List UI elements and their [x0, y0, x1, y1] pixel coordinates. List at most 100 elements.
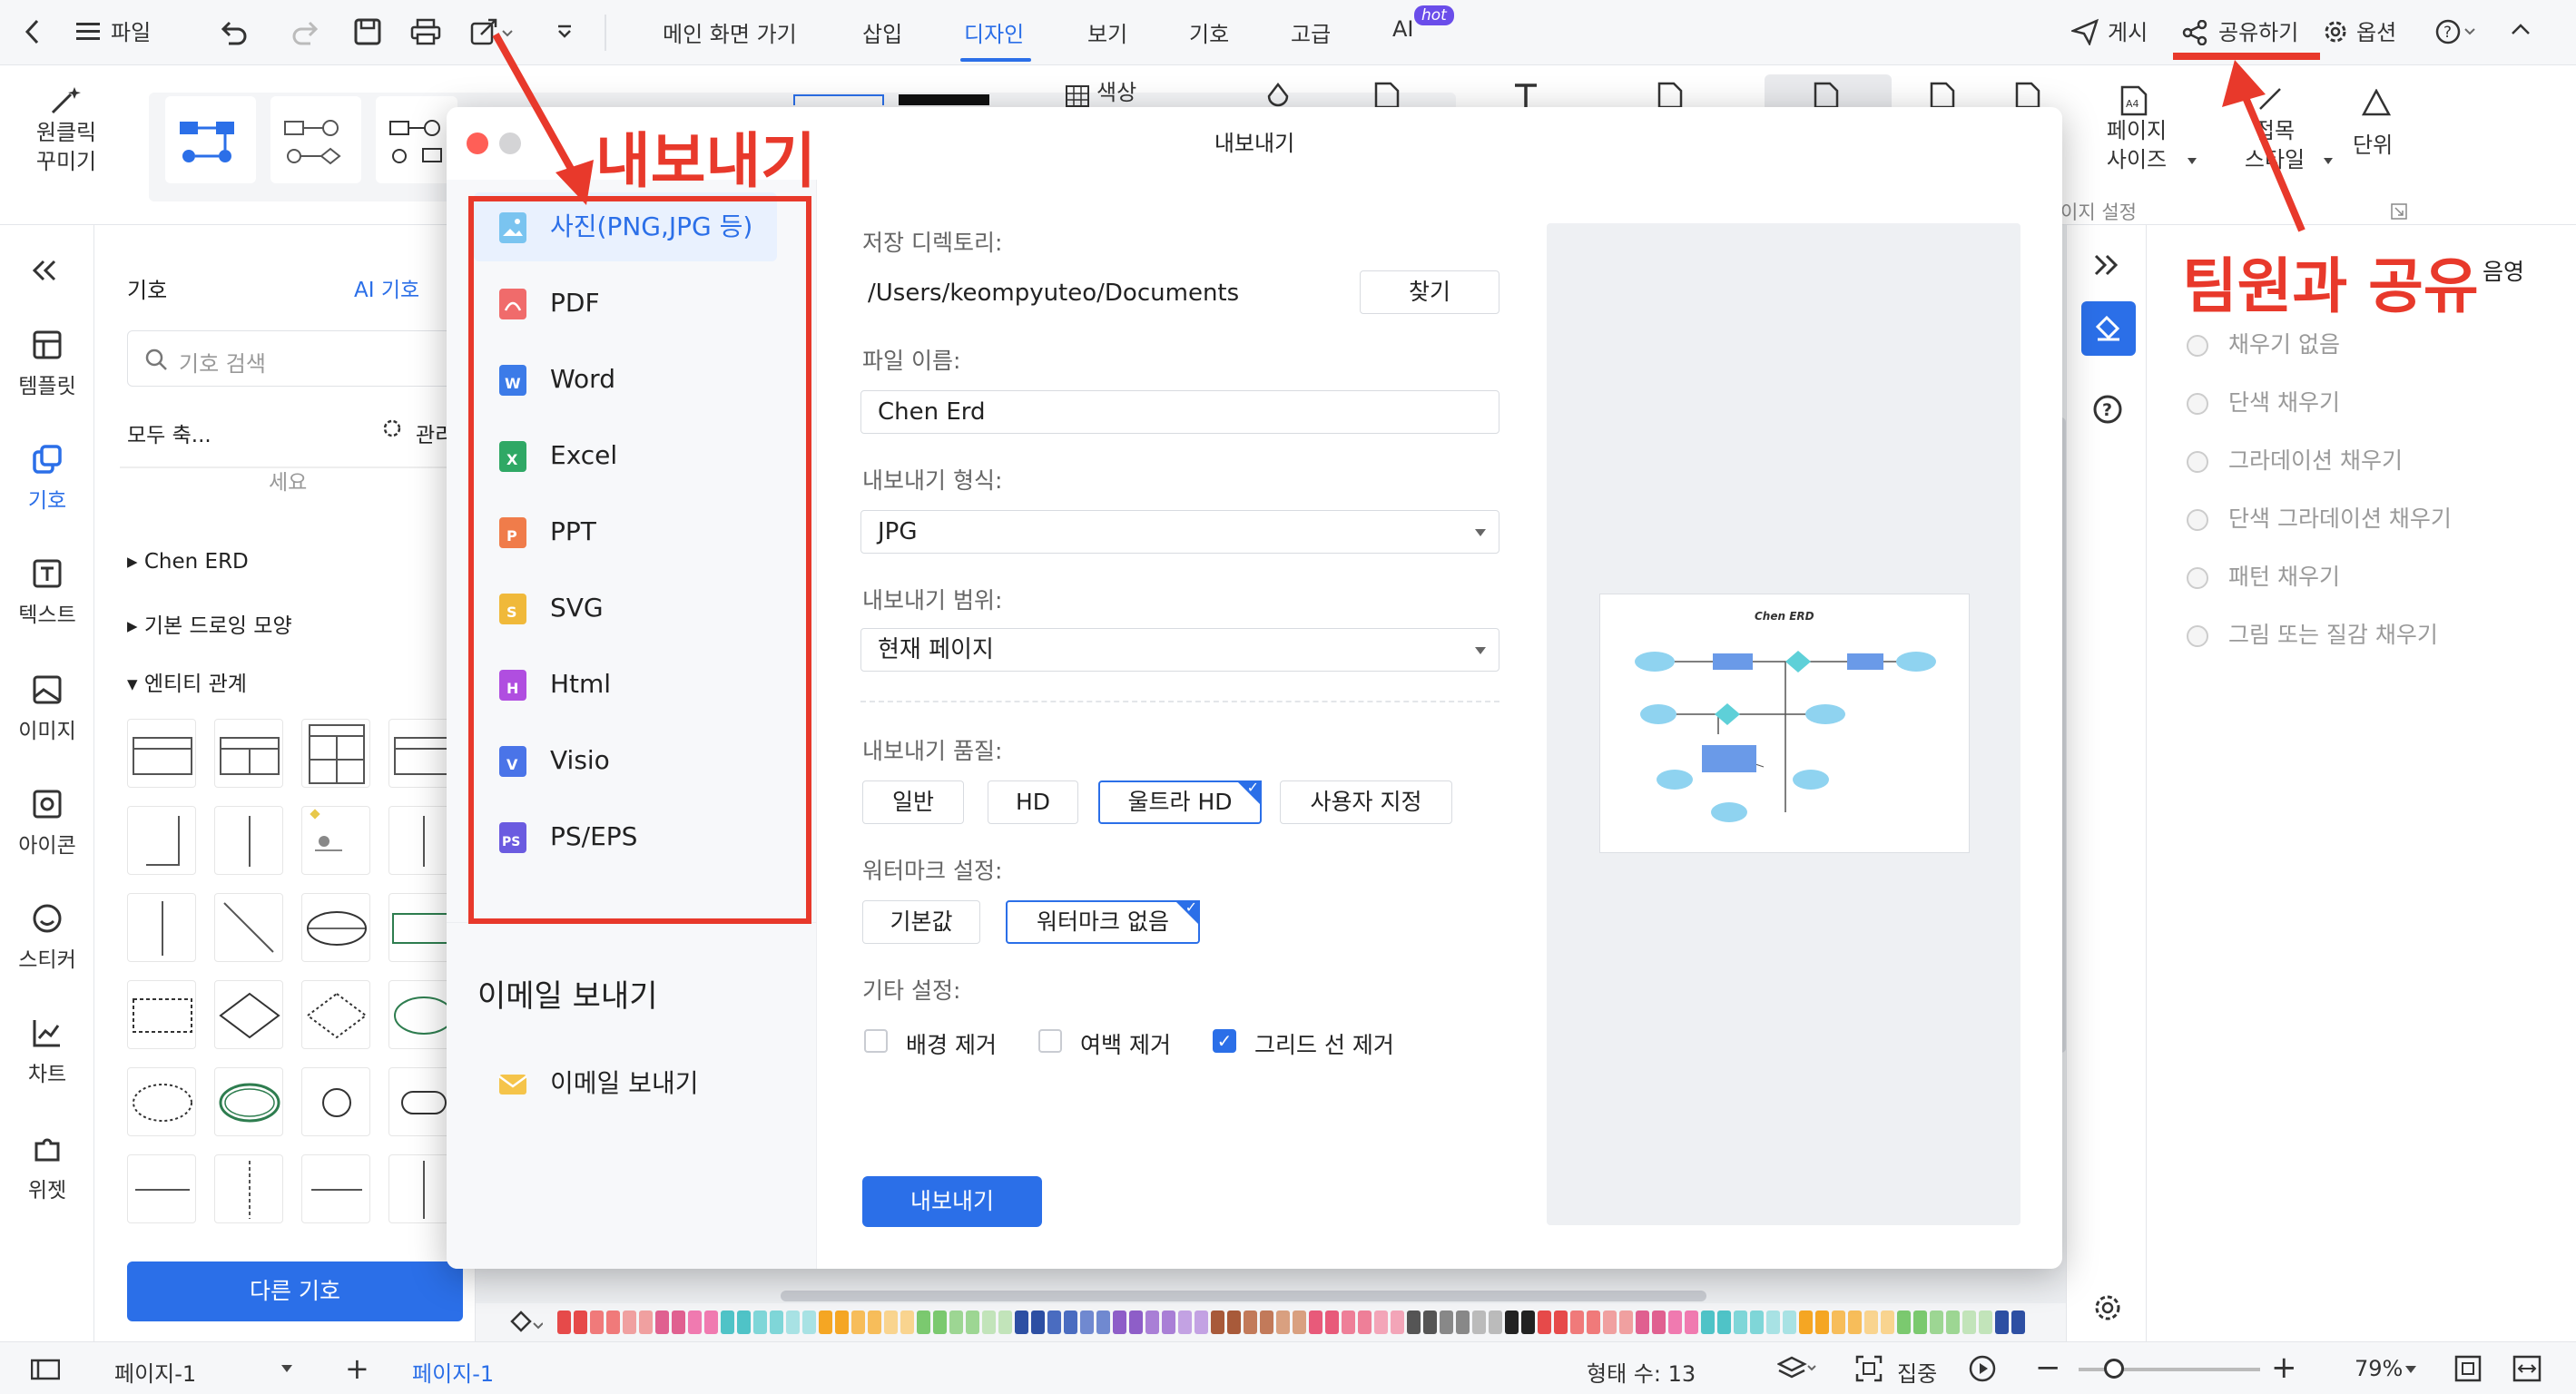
page-tab-1[interactable]: 페이지-1	[412, 1356, 494, 1388]
rail-charts[interactable]: 차트	[0, 1016, 94, 1087]
color-swatch[interactable]	[1832, 1311, 1845, 1334]
color-swatch[interactable]	[574, 1311, 587, 1334]
color-swatch[interactable]	[1145, 1311, 1159, 1334]
style-tile-dark[interactable]	[899, 94, 989, 105]
color-swatch[interactable]	[917, 1311, 930, 1334]
remove-grid-checkbox[interactable]: ✓	[1213, 1029, 1236, 1053]
unit-button[interactable]: 단위	[2353, 131, 2393, 160]
color-swatch[interactable]	[1913, 1311, 1927, 1334]
fill-option-solid-gradient[interactable]: 단색 그라데이션 채우기	[2187, 501, 2452, 534]
color-swatch[interactable]	[1015, 1311, 1028, 1334]
remove-background-checkbox[interactable]	[864, 1029, 888, 1053]
watermark-none[interactable]: 워터마크 없음 ✓	[1006, 899, 1200, 944]
color-swatch[interactable]	[704, 1311, 718, 1334]
zoom-in-icon[interactable]: +	[2271, 1350, 2297, 1386]
color-swatch[interactable]	[1293, 1311, 1306, 1334]
color-swatch[interactable]	[590, 1311, 604, 1334]
color-swatch[interactable]	[770, 1311, 783, 1334]
color-swatch[interactable]	[1407, 1311, 1421, 1334]
menu-advanced[interactable]: 고급	[1291, 16, 1331, 48]
fill-tool-button[interactable]	[2081, 301, 2136, 356]
rail-widgets[interactable]: 위젯	[0, 1133, 94, 1203]
color-swatch[interactable]	[639, 1311, 653, 1334]
menu-home[interactable]: 메인 화면 가기	[663, 16, 797, 48]
rail-templates[interactable]: 템플릿	[0, 329, 94, 399]
symbol-circle[interactable]	[301, 1067, 370, 1136]
email-export-item[interactable]: 이메일 보내기	[474, 1049, 777, 1118]
symbol-table-2[interactable]	[214, 719, 283, 788]
page-select[interactable]: 페이지-1	[114, 1356, 196, 1388]
color-swatch[interactable]	[1227, 1311, 1241, 1334]
watermark-default[interactable]: 기본값	[862, 900, 980, 944]
oneclick-beautify-button[interactable]: 원클릭 꾸미기	[27, 118, 105, 176]
color-swatch[interactable]	[1178, 1311, 1192, 1334]
color-swatch[interactable]	[1244, 1311, 1257, 1334]
manage-gear-icon[interactable]	[381, 417, 403, 439]
color-swatch[interactable]	[1864, 1311, 1878, 1334]
menu-insert[interactable]: 삽입	[862, 16, 902, 48]
symbol-line-h[interactable]	[127, 1154, 196, 1223]
color-swatch[interactable]	[753, 1311, 767, 1334]
color-swatch[interactable]	[1962, 1311, 1976, 1334]
quality-ultra-hd[interactable]: 울트라 HD ✓	[1098, 780, 1262, 824]
color-swatch[interactable]	[1325, 1311, 1339, 1334]
color-swatch[interactable]	[1603, 1311, 1617, 1334]
color-swatch[interactable]	[1047, 1311, 1061, 1334]
text-t-icon[interactable]	[1512, 82, 1539, 109]
margin-icon[interactable]	[2013, 82, 2042, 109]
color-swatch[interactable]	[1129, 1311, 1143, 1334]
style-tile-1[interactable]	[165, 96, 256, 183]
color-swatch[interactable]	[1783, 1311, 1796, 1334]
color-swatch[interactable]	[998, 1311, 1012, 1334]
color-swatch[interactable]	[819, 1311, 832, 1334]
color-swatch[interactable]	[1897, 1311, 1911, 1334]
fill-option-picture[interactable]: 그림 또는 질감 채우기	[2187, 617, 2438, 650]
color-swatch[interactable]	[1080, 1311, 1094, 1334]
color-swatch[interactable]	[688, 1311, 702, 1334]
redo-icon[interactable]	[290, 18, 321, 45]
symbol-dashed-diamond[interactable]	[301, 980, 370, 1049]
menu-design[interactable]: 디자인	[964, 16, 1024, 48]
color-swatch[interactable]	[949, 1311, 963, 1334]
color-swatch[interactable]	[1521, 1311, 1535, 1334]
color-swatch[interactable]	[868, 1311, 881, 1334]
expand-section-icon[interactable]	[2391, 203, 2407, 220]
add-page-icon[interactable]: +	[345, 1351, 369, 1386]
color-swatch[interactable]	[1309, 1311, 1322, 1334]
page-size-button[interactable]: 페이지 사이즈	[2091, 116, 2182, 174]
color-swatch[interactable]	[851, 1311, 865, 1334]
format-select[interactable]: JPG	[860, 510, 1499, 554]
color-swatch[interactable]	[1815, 1311, 1829, 1334]
range-select[interactable]: 현재 페이지	[860, 628, 1499, 672]
color-swatch[interactable]	[786, 1311, 800, 1334]
color-swatches[interactable]	[557, 1311, 2028, 1334]
color-swatch[interactable]	[1358, 1311, 1372, 1334]
share-icon[interactable]	[2182, 20, 2207, 45]
horizontal-scrollbar[interactable]	[781, 1291, 1706, 1301]
color-swatch[interactable]	[1570, 1311, 1584, 1334]
symbol-multivalued[interactable]	[214, 1067, 283, 1136]
color-swatch[interactable]	[1276, 1311, 1290, 1334]
symbol-dashed-v[interactable]	[214, 1154, 283, 1223]
menu-symbols[interactable]: 기호	[1189, 16, 1229, 48]
file-menu[interactable]: 파일	[111, 15, 151, 46]
color-swatch[interactable]	[1636, 1311, 1649, 1334]
symbol-derived-attr[interactable]	[127, 1067, 196, 1136]
color-swatch[interactable]	[1342, 1311, 1355, 1334]
symbol-connector-2[interactable]	[214, 806, 283, 875]
color-swatch[interactable]	[1619, 1311, 1633, 1334]
color-swatch[interactable]	[1064, 1311, 1077, 1334]
remove-margin-checkbox[interactable]	[1038, 1029, 1062, 1053]
color-swatch[interactable]	[721, 1311, 734, 1334]
color-swatch[interactable]	[1799, 1311, 1813, 1334]
color-swatch[interactable]	[655, 1311, 669, 1334]
color-swatch[interactable]	[1031, 1311, 1045, 1334]
color-swatch[interactable]	[1701, 1311, 1715, 1334]
color-swatch[interactable]	[1489, 1311, 1502, 1334]
undo-icon[interactable]	[218, 18, 249, 45]
focus-button[interactable]: 집중	[1897, 1356, 1937, 1388]
color-swatch[interactable]	[966, 1311, 979, 1334]
zoom-level[interactable]: 79%	[2355, 1356, 2403, 1381]
color-swatch[interactable]	[737, 1311, 751, 1334]
symbol-ellipse[interactable]	[301, 893, 370, 962]
